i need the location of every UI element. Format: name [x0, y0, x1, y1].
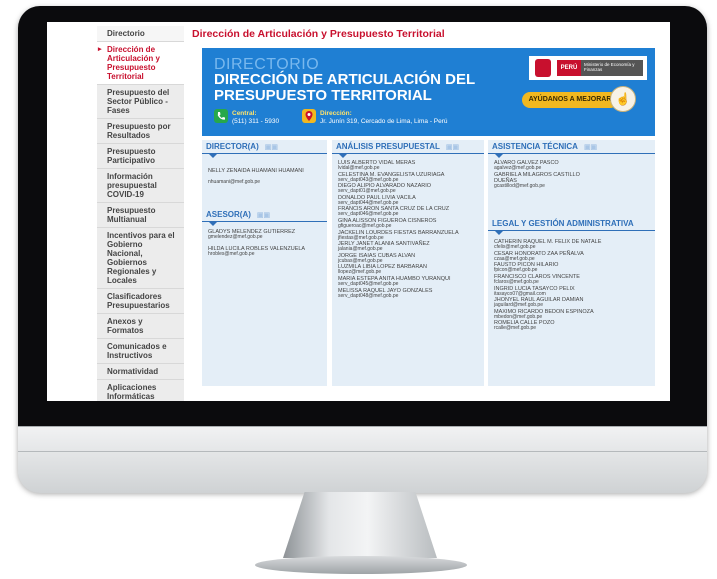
sidebar-item-label: Aplicaciones Informáticas — [107, 383, 157, 401]
contact-email[interactable]: hrobles@mef.gob.pe — [202, 252, 327, 258]
sidebar-nav: Directorio ▸ Dirección de Articulación y P… — [97, 26, 184, 401]
monitor-stand-neck — [283, 492, 437, 558]
sidebar-item-label: Presupuesto por Resultados — [107, 122, 171, 140]
section-title-director: DIRECTOR(A) ▣▣ — [202, 140, 327, 158]
sidebar-item-label: Clasificadores Presupuestarios — [107, 292, 170, 310]
column-middle: ANÁLISIS PRESUPUESTAL ▣▣ LUIS ALBERTO VID… — [332, 140, 484, 386]
directory-body: DIRECTOR(A) ▣▣ NELLY ZENAIDA HUAMANI HUAM… — [202, 140, 655, 386]
sidebar-item-label: Incentivos para el Gobierno Nacional, Go… — [107, 231, 175, 285]
sidebar-item[interactable]: ▸ Dirección de Articulación y Presupuesto… — [97, 42, 184, 85]
sidebar-item-label: Información presupuestal COVID-19 — [107, 172, 157, 199]
contact-email[interactable]: gcastillod@mef.gob.pe — [488, 183, 655, 190]
sidebar-item[interactable]: Normatividad — [97, 364, 184, 380]
analisis-list: LUIS ALBERTO VIDAL MERAS lvidal@mef.gob.p… — [332, 154, 484, 299]
logo-peru-text: PERÚ — [557, 60, 581, 76]
logo-ministry-text: Ministerio de Economía y Finanzas — [581, 60, 643, 76]
location-pin-icon — [302, 109, 316, 123]
sidebar-item-label: Comunicados e Instructivos — [107, 342, 167, 360]
address-contact: Dirección: Jr. Junín 319, Cercado de Lim… — [320, 110, 448, 126]
section-title-analisis: ANÁLISIS PRESUPUESTAL ▣▣ — [332, 140, 484, 158]
banner-title: DIRECCIÓN DE ARTICULACIÓN DEL PRESUPUEST… — [214, 71, 475, 104]
hand-pointer-icon[interactable]: ☝ — [610, 86, 636, 112]
sidebar-item[interactable]: Presupuesto del Sector Público - Fases — [97, 85, 184, 119]
central-contact: Central: (511) 311 - 5930 — [232, 110, 279, 126]
sidebar-item[interactable]: Aplicaciones Informáticas — [97, 380, 184, 401]
asistencia-list: ALVARO GALVEZ PASCO agalvez@mef.gob.pe GAB… — [488, 154, 655, 189]
sidebar-item[interactable]: Presupuesto Participativo — [97, 144, 184, 169]
peru-seal-icon — [535, 59, 551, 77]
page-title: Dirección de Articulación y Presupuesto … — [192, 28, 445, 40]
directory-banner: DIRECTORIO DIRECCIÓN DE ARTICULACIÓN DEL… — [202, 48, 655, 136]
central-label: Central: — [232, 110, 257, 117]
address-value: Jr. Junín 319, Cercado de Lima, Lima - P… — [320, 118, 448, 125]
section-title-asistencia: ASISTENCIA TÉCNICA ▣▣ — [488, 140, 655, 158]
asesor-list: GLADYS MELENDEZ GUTIERREZ gmelendez@mef.g… — [202, 222, 327, 258]
sidebar-item[interactable]: Directorio — [97, 26, 184, 42]
phone-icon — [214, 109, 228, 123]
section-title-asesor: ASESOR(A) ▣▣ — [202, 208, 327, 226]
main-content: Dirección de Articulación y Presupuesto … — [192, 26, 662, 386]
sidebar-item-label: Anexos y Formatos — [107, 317, 144, 335]
sidebar-item-label: Dirección de Articulación y Presupuesto … — [107, 45, 160, 81]
mef-logo: PERÚ Ministerio de Economía y Finanzas — [529, 56, 647, 80]
sidebar-item-label: Normatividad — [107, 367, 159, 376]
sidebar-item[interactable]: Clasificadores Presupuestarios — [97, 289, 184, 314]
sidebar-item-label: Presupuesto Participativo — [107, 147, 156, 165]
active-arrow-icon: ▸ — [98, 46, 102, 53]
sidebar-item[interactable]: Información presupuestal COVID-19 — [97, 169, 184, 203]
contact-email[interactable]: nhuamani@mef.gob.pe — [202, 179, 327, 186]
sidebar-item[interactable]: Presupuesto por Resultados — [97, 119, 184, 144]
sidebar-item-label: Presupuesto del Sector Público - Fases — [107, 88, 170, 115]
contact-email[interactable]: serv_dapt048@mef.gob.pe — [332, 293, 484, 300]
sidebar-item[interactable]: Incentivos para el Gobierno Nacional, Go… — [97, 228, 184, 289]
column-left: DIRECTOR(A) ▣▣ NELLY ZENAIDA HUAMANI HUAM… — [202, 140, 327, 386]
monitor-stand-foot — [255, 556, 467, 574]
contact-name: NELLY ZENAIDA HUAMANI HUAMANI — [208, 168, 304, 174]
monitor-chin — [18, 426, 707, 493]
address-label: Dirección: — [320, 110, 352, 117]
help-improve-button[interactable]: AYÚDANOS A MEJORAR — [522, 92, 618, 108]
director-list: NELLY ZENAIDA HUAMANI HUAMANI nhuamani@me… — [202, 154, 327, 186]
sidebar-item[interactable]: Comunicados e Instructivos — [97, 339, 184, 364]
screen: Directorio ▸ Dirección de Articulación y P… — [47, 22, 670, 401]
sidebar-item[interactable]: Presupuesto Multianual — [97, 203, 184, 228]
central-value: (511) 311 - 5930 — [232, 118, 280, 125]
section-title-legal: LEGAL Y GESTIÓN ADMINISTRATIVA — [488, 217, 655, 236]
sidebar-item[interactable]: Anexos y Formatos — [97, 314, 184, 339]
sidebar-item-label: Presupuesto Multianual — [107, 206, 156, 224]
legal-list: CATHERIN RAQUEL M. FELIX DE NATALE cfelix… — [488, 231, 655, 332]
sidebar-item-label: Directorio — [107, 29, 145, 38]
column-right: ASISTENCIA TÉCNICA ▣▣ ALVARO GALVEZ PASCO… — [488, 140, 655, 386]
contact-email[interactable]: rcalle@mef.gob.pe — [488, 326, 655, 332]
